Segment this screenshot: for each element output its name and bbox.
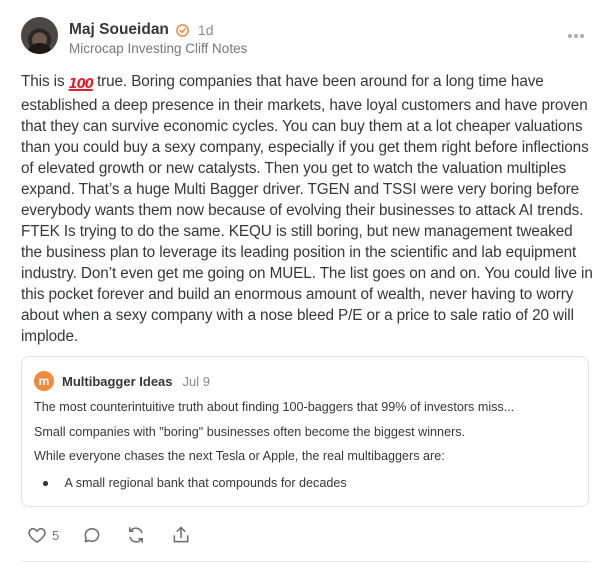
- restack-button[interactable]: [126, 524, 146, 546]
- quoted-author-name[interactable]: Multibagger Ideas: [62, 374, 173, 389]
- note-post: Maj Soueidan 1d Microcap Investing Cliff…: [0, 0, 613, 563]
- like-button[interactable]: 5: [27, 524, 59, 546]
- publication-name[interactable]: Microcap Investing Cliff Notes: [69, 40, 247, 58]
- quoted-line: Small companies with "boring" businesses…: [34, 424, 466, 439]
- quoted-line: The most counterintuitive truth about fi…: [34, 400, 515, 414]
- avatar-figure: [28, 43, 51, 54]
- quoted-note-date: Jul 9: [182, 373, 210, 389]
- author-name[interactable]: Maj Soueidan: [69, 20, 169, 40]
- quoted-bullet-text: A small regional bank that compounds for…: [64, 476, 347, 490]
- heart-icon: [28, 528, 46, 543]
- share-icon: [173, 526, 189, 543]
- quoted-note-header: m Multibagger Ideas Jul 9: [34, 371, 210, 391]
- author-avatar[interactable]: [21, 17, 58, 54]
- share-button[interactable]: [171, 524, 191, 546]
- comment-icon: [84, 528, 100, 543]
- publication-logo-icon: m: [34, 371, 54, 391]
- more-options-icon[interactable]: [568, 30, 590, 42]
- post-intro: This is: [21, 73, 65, 90]
- quoted-note-card[interactable]: m Multibagger Ideas Jul 9 The most count…: [21, 356, 589, 507]
- post-text: true. Boring companies that have been ar…: [21, 73, 593, 345]
- post-body: This is 100 true. Boring companies that …: [21, 71, 593, 347]
- quoted-bullet-item: A small regional bank that compounds for…: [43, 475, 574, 492]
- quoted-line: While everyone chases the next Tesla or …: [34, 449, 445, 463]
- divider: [21, 561, 589, 562]
- quoted-note-text: The most counterintuitive truth about fi…: [34, 399, 574, 492]
- author-row: Maj Soueidan 1d: [69, 20, 213, 40]
- bullet-dot-icon: [43, 481, 48, 486]
- comment-button[interactable]: [82, 524, 102, 546]
- verified-badge-icon: [176, 23, 189, 37]
- hundred-points-emoji-icon: 100: [68, 77, 94, 92]
- like-count: 5: [52, 527, 60, 543]
- restack-icon: [129, 527, 143, 543]
- post-time[interactable]: 1d: [198, 20, 214, 40]
